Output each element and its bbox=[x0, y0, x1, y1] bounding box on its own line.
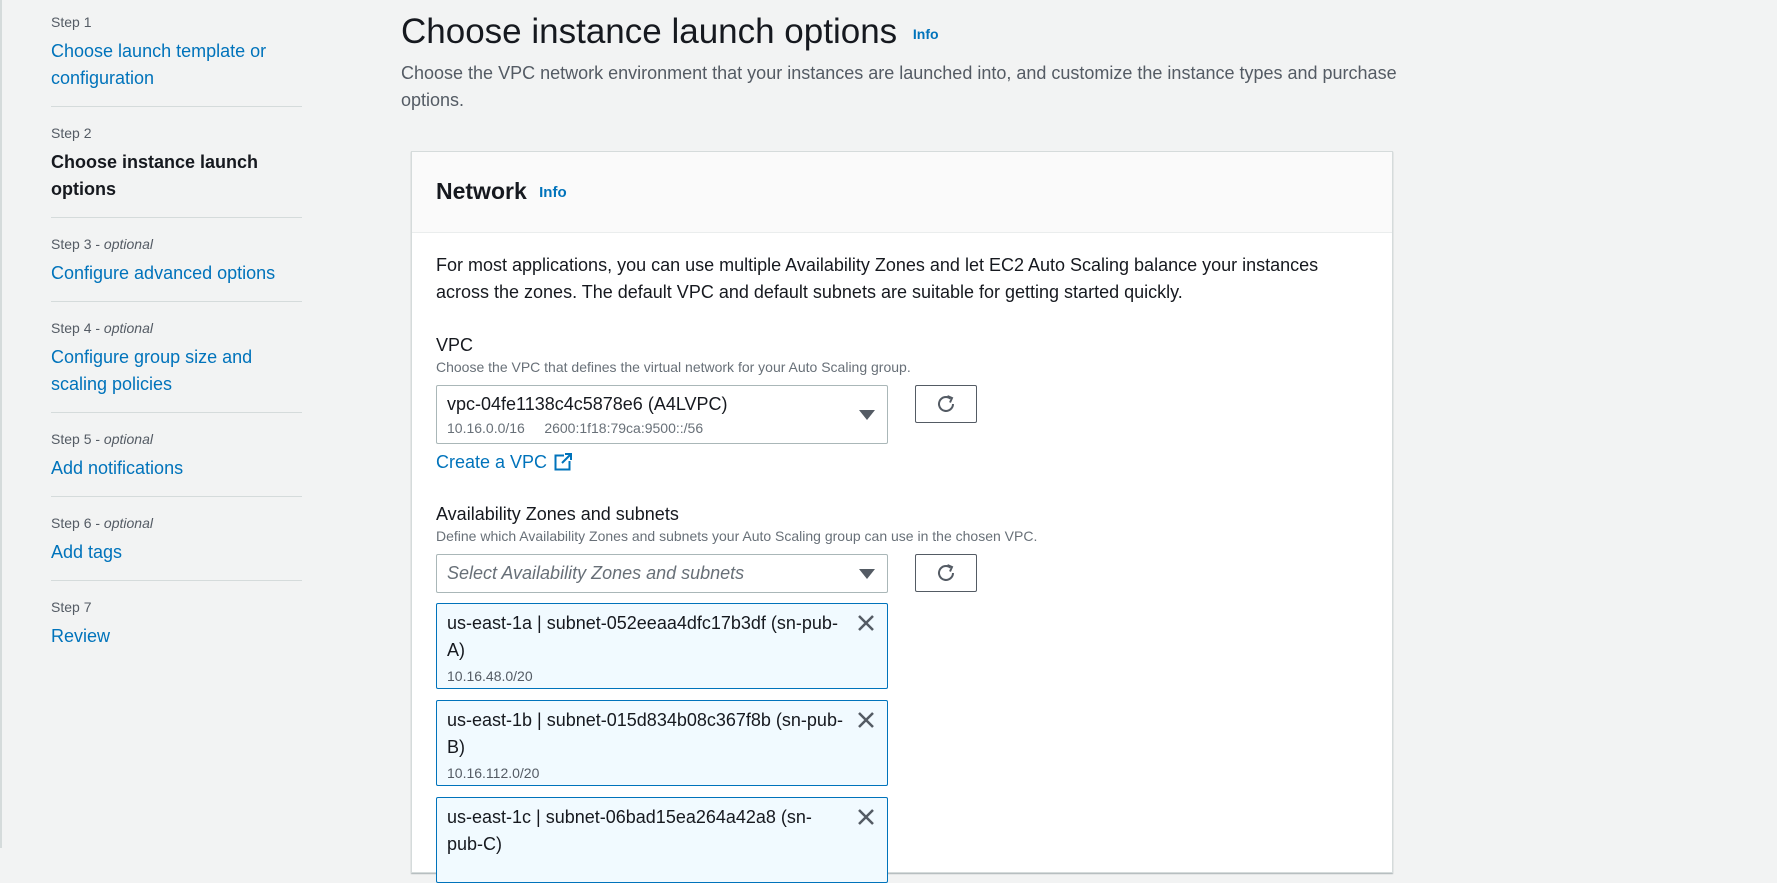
subnet-token-name: us-east-1c | subnet-06bad15ea264a42a8 (s… bbox=[447, 807, 812, 854]
wizard-step-3: Step 3 - optional Configure advanced opt… bbox=[51, 232, 302, 302]
azs-refresh-button[interactable] bbox=[915, 554, 977, 592]
step-number: Step 5 - optional bbox=[51, 431, 153, 447]
network-panel-header: Network Info bbox=[412, 152, 1392, 233]
page-description: Choose the VPC network environment that … bbox=[401, 63, 1397, 110]
step-number: Step 2 bbox=[51, 125, 92, 141]
vpc-label: VPC bbox=[436, 335, 474, 355]
caret-down-icon bbox=[859, 569, 875, 579]
create-vpc-link-text: Create a VPC bbox=[436, 452, 548, 472]
network-info-link[interactable]: Info bbox=[539, 184, 567, 201]
vpc-cidr-v6: 2600:1f18:79ca:9500::/56 bbox=[544, 420, 704, 436]
network-title: Network Info bbox=[436, 174, 567, 210]
azs-description: Define which Availability Zones and subn… bbox=[436, 528, 1038, 544]
subnet-token-name: us-east-1a | subnet-052eeaa4dfc17b3df (s… bbox=[447, 613, 838, 660]
vpc-refresh-button[interactable] bbox=[915, 385, 977, 423]
vpc-select[interactable]: vpc-04fe1138c4c5878e6 (A4LVPC) 10.16.0.0… bbox=[436, 385, 888, 444]
vpc-cidr-v4: 10.16.0.0/16 bbox=[447, 420, 525, 436]
azs-field-header: Availability Zones and subnets Define wh… bbox=[436, 502, 1368, 546]
page-title: Choose instance launch options Info bbox=[401, 8, 939, 58]
create-vpc-link[interactable]: Create a VPC bbox=[436, 450, 573, 474]
vpc-description: Choose the VPC that defines the virtual … bbox=[436, 359, 911, 375]
wizard-step-2: Step 2 Choose instance launch options bbox=[51, 121, 302, 218]
page-left-border bbox=[0, 0, 2, 848]
subnet-token: us-east-1c | subnet-06bad15ea264a42a8 (s… bbox=[436, 797, 888, 883]
azs-placeholder: Select Availability Zones and subnets bbox=[447, 563, 745, 583]
close-icon[interactable] bbox=[855, 806, 877, 828]
step-link-choose-launch-template[interactable]: Choose launch template or configuration bbox=[51, 38, 302, 92]
wizard-step-1: Step 1 Choose launch template or configu… bbox=[51, 10, 302, 107]
network-title-text: Network bbox=[436, 178, 527, 204]
create-vpc-row: Create a VPC bbox=[436, 450, 1368, 474]
network-intro-text: For most applications, you can use multi… bbox=[436, 255, 1319, 302]
step-link-advanced-options[interactable]: Configure advanced options bbox=[51, 260, 302, 287]
vpc-cidr-line: 10.16.0.0/16 2600:1f18:79ca:9500::/56 bbox=[447, 419, 703, 437]
subnet-token: us-east-1b | subnet-015d834b08c367f8b (s… bbox=[436, 700, 888, 786]
close-icon[interactable] bbox=[855, 612, 877, 634]
subnet-token: us-east-1a | subnet-052eeaa4dfc17b3df (s… bbox=[436, 603, 888, 689]
azs-label: Availability Zones and subnets bbox=[436, 504, 679, 524]
wizard-step-6: Step 6 - optional Add tags bbox=[51, 511, 302, 581]
step-current-instance-launch-options: Choose instance launch options bbox=[51, 152, 259, 199]
vpc-selected-value: vpc-04fe1138c4c5878e6 (A4LVPC) bbox=[447, 394, 728, 414]
caret-down-icon bbox=[859, 410, 875, 420]
step-number: Step 4 - optional bbox=[51, 320, 153, 336]
step-link-tags[interactable]: Add tags bbox=[51, 539, 302, 566]
external-link-icon bbox=[554, 453, 573, 471]
wizard-step-4: Step 4 - optional Configure group size a… bbox=[51, 316, 302, 413]
subnet-token-cidr: 10.16.48.0/20 bbox=[447, 668, 533, 684]
page-info-link[interactable]: Info bbox=[913, 26, 939, 42]
step-link-group-size-scaling[interactable]: Configure group size and scaling policie… bbox=[51, 344, 302, 398]
step-link-review[interactable]: Review bbox=[51, 623, 302, 650]
wizard-step-7: Step 7 Review bbox=[51, 595, 302, 664]
close-icon[interactable] bbox=[855, 709, 877, 731]
wizard-step-5: Step 5 - optional Add notifications bbox=[51, 427, 302, 497]
azs-select[interactable]: Select Availability Zones and subnets bbox=[436, 554, 888, 593]
subnet-token-name: us-east-1b | subnet-015d834b08c367f8b (s… bbox=[447, 710, 843, 757]
page-title-text: Choose instance launch options bbox=[401, 12, 898, 51]
refresh-icon bbox=[938, 564, 954, 581]
step-number: Step 3 - optional bbox=[51, 236, 153, 252]
subnet-token-cidr: 10.16.112.0/20 bbox=[447, 765, 540, 781]
vpc-field-header: VPC Choose the VPC that defines the virt… bbox=[436, 333, 1368, 377]
step-number: Step 7 bbox=[51, 599, 92, 615]
step-number: Step 1 bbox=[51, 14, 92, 30]
network-panel: Network Info For most applications, you … bbox=[411, 151, 1393, 883]
step-number: Step 6 - optional bbox=[51, 515, 153, 531]
step-link-notifications[interactable]: Add notifications bbox=[51, 455, 302, 482]
wizard-steps-nav: Step 1 Choose launch template or configu… bbox=[51, 10, 302, 678]
refresh-icon bbox=[938, 395, 954, 412]
